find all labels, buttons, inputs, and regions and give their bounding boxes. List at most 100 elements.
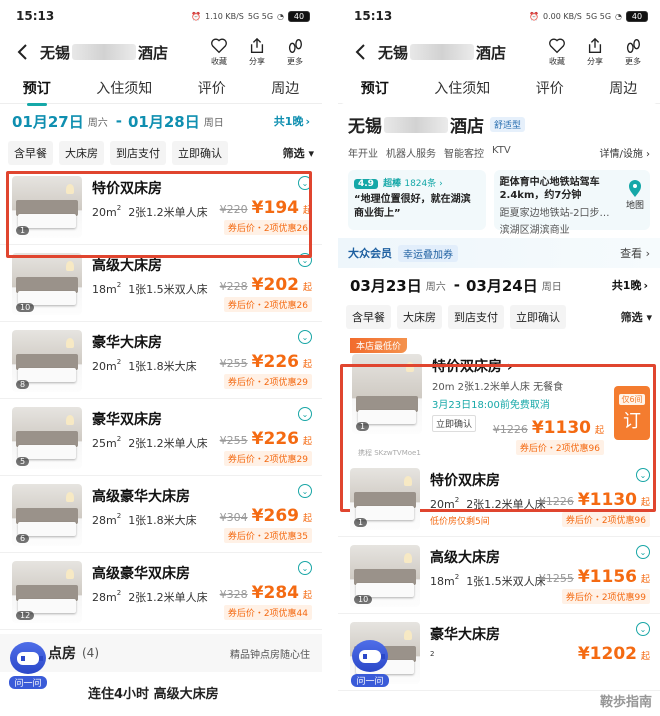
location-line2: 距夏家边地铁站-2口步… (499, 208, 610, 219)
location-line3: 滨湖区湖滨商业 (499, 225, 570, 236)
room-thumbnail[interactable]: 10 (12, 253, 82, 315)
map-button[interactable]: 地图 (626, 180, 644, 211)
room-thumbnail[interactable]: 8 (12, 330, 82, 392)
original-price: ¥255 (219, 357, 248, 370)
filter-breakfast[interactable]: 含早餐 (346, 305, 391, 329)
tab-book[interactable]: 预订 (19, 74, 55, 106)
room-row[interactable]: 8 豪华大床房 20m2 1张1.8米大床 ¥255 ¥226 起券后价・2项优惠29 ⌄ (0, 322, 322, 399)
room-row[interactable]: 6 高级豪华大床房 28m2 1张1.8米大床 ¥304 ¥269 起券后价・2项优惠35… (0, 476, 322, 553)
share-label: 分享 (249, 57, 265, 66)
original-price: ¥228 (219, 280, 248, 293)
member-view[interactable]: 查看 › (620, 245, 650, 261)
price-suffix: 起 (302, 360, 312, 370)
wifi-icon: ◔ (615, 11, 622, 21)
room-row[interactable]: 12 高级豪华双床房 28m2 2张1.2米单人床 ¥328 ¥284 起券后价・2项优惠… (0, 553, 322, 630)
chevron-down-icon[interactable]: ⌄ (298, 176, 312, 190)
tab-nearby[interactable]: 周边 (605, 74, 641, 102)
hourly-room-partial[interactable]: 连住4小时 高级大床房 (0, 672, 322, 712)
room-bed: 2张1.2米单人床 (128, 591, 208, 604)
room-row[interactable]: 1 特价双床房 20m2 2张1.2米单人床 ¥220 ¥194 起券后价・2项优惠26 ⌄ (0, 168, 322, 245)
watermark: 鞍歩指南 (599, 695, 652, 710)
back-icon[interactable] (348, 40, 372, 64)
chevron-down-icon[interactable]: ⌄ (298, 407, 312, 421)
chevron-down-icon[interactable]: ⌄ (298, 561, 312, 575)
filter-payatstore[interactable]: 到店支付 (448, 305, 504, 329)
signal-icon: 5G 5G (585, 11, 612, 21)
photo-count: 10 (354, 595, 373, 604)
room-thumbnail[interactable]: 1 (12, 176, 82, 238)
filter-instant[interactable]: 立即确认 (172, 141, 228, 165)
review-score: 4.9 (354, 179, 378, 189)
chevron-down-icon[interactable]: ⌄ (298, 253, 312, 267)
hourly-count: (4) (82, 646, 99, 660)
room-thumbnail[interactable]: 1 (352, 354, 422, 434)
assistant-bot[interactable]: 问一问 (350, 640, 390, 690)
back-icon[interactable] (10, 40, 34, 64)
date-selector[interactable]: 01月27日 周六 - 01月28日 周日 共1晚 › (0, 104, 322, 138)
filter-instant[interactable]: 立即确认 (510, 305, 566, 329)
tab-reviews[interactable]: 评价 (194, 74, 230, 102)
favorite-button[interactable]: 收藏 (538, 37, 576, 67)
title-city: 无锡 (378, 43, 409, 62)
member-name: 大众会员 (348, 247, 392, 260)
location-box[interactable]: 距体育中心地铁站驾车2.4km，约7分钟 距夏家边地铁站-2口步… 滨湖区湖滨商… (493, 170, 650, 236)
redacted-name (410, 44, 475, 60)
share-button[interactable]: 分享 (576, 37, 614, 67)
more-button[interactable]: 更多 (276, 37, 314, 67)
chevron-down-icon[interactable]: ⌄ (298, 484, 312, 498)
chevron-down-icon[interactable]: ⌄ (636, 545, 650, 559)
room-row[interactable]: 10 高级大床房 18m2 1张1.5米双人床 ¥1255 ¥1156 起券后价・2项优惠… (338, 537, 660, 614)
photo-count: 1 (356, 422, 370, 431)
filter-button[interactable]: 筛选 ▾ (621, 309, 652, 325)
robot-icon (10, 642, 46, 674)
price-block: ¥1226 ¥1130 起 (539, 490, 650, 510)
meta-ktv: KTV (492, 145, 511, 156)
price-block: ¥1226 ¥1130 起 (493, 418, 604, 438)
tab-book[interactable]: 预订 (357, 74, 393, 106)
chevron-down-icon[interactable]: ⌄ (636, 468, 650, 482)
room-thumbnail[interactable]: 12 (12, 561, 82, 623)
featured-room[interactable]: 本店最低价 1 特价双床房 › 20m 2张1.2米单人床 无餐食 3月23日1… (344, 336, 654, 460)
room-row[interactable]: 1 特价双床房 20m2 2张1.2米单人床 ¥1226 ¥1130 起券后价・2项优惠9… (338, 460, 660, 537)
filter-kingbed[interactable]: 大床房 (397, 305, 442, 329)
filter-bar: 含早餐 大床房 到店支付 立即确认 筛选 ▾ (0, 138, 322, 168)
room-thumbnail[interactable]: 5 (12, 407, 82, 469)
filter-kingbed[interactable]: 大床房 (59, 141, 104, 165)
tab-nearby[interactable]: 周边 (267, 74, 303, 102)
room-thumbnail[interactable]: 6 (12, 484, 82, 546)
room-bed: 2张1.2米单人床 (128, 437, 208, 450)
book-button[interactable]: 仅6间 订 (614, 386, 650, 440)
tab-reviews[interactable]: 评价 (532, 74, 568, 102)
original-price: ¥1255 (538, 572, 574, 585)
assistant-bot[interactable]: 问一问 (8, 642, 48, 692)
room-row[interactable]: 10 高级大床房 18m2 1张1.5米双人床 ¥228 ¥202 起券后价・2项优惠26… (0, 245, 322, 322)
date-selector[interactable]: 03月23日 周六 - 03月24日 周日 共1晚 › (338, 268, 660, 302)
filter-button[interactable]: 筛选 ▾ (283, 145, 314, 161)
tab-notice[interactable]: 入住须知 (92, 74, 156, 102)
review-box[interactable]: 4.9 超棒 1824条 › “地理位置很好，就在湖滨商业街上” (348, 170, 486, 230)
chevron-down-icon[interactable]: ⌄ (636, 622, 650, 636)
checkout-date: 01月28日 (127, 112, 200, 131)
favorite-button[interactable]: 收藏 (200, 37, 238, 67)
share-button[interactable]: 分享 (238, 37, 276, 67)
current-price: ¥226 (251, 352, 299, 372)
room-row[interactable]: 5 豪华双床房 25m2 2张1.2米单人床 ¥255 ¥226 起券后价・2项优惠29 ⌄ (0, 399, 322, 476)
tab-notice[interactable]: 入住须知 (430, 74, 494, 102)
filter-payatstore[interactable]: 到店支付 (110, 141, 166, 165)
footprint-icon (626, 39, 640, 53)
checkout-date: 03月24日 (465, 276, 538, 295)
map-pin-icon (628, 180, 641, 197)
room-thumbnail[interactable]: 10 (350, 545, 420, 607)
room-name: 高级豪华大床房 (92, 489, 190, 505)
filter-breakfast[interactable]: 含早餐 (8, 141, 53, 165)
member-bar[interactable]: 大众会员 幸运叠加券 查看 › (338, 238, 660, 268)
original-price: ¥1226 (492, 423, 528, 436)
chevron-down-icon[interactable]: ⌄ (298, 330, 312, 344)
hotel-city: 无锡 (348, 117, 382, 137)
room-thumbnail[interactable]: 1 (350, 468, 420, 530)
photo-count: 5 (16, 457, 30, 466)
more-button[interactable]: 更多 (614, 37, 652, 67)
details-link[interactable]: 详情/设施 › (599, 145, 650, 160)
price-block: ¥304 ¥269 起 (220, 506, 312, 526)
price-suffix: 起 (302, 514, 312, 524)
